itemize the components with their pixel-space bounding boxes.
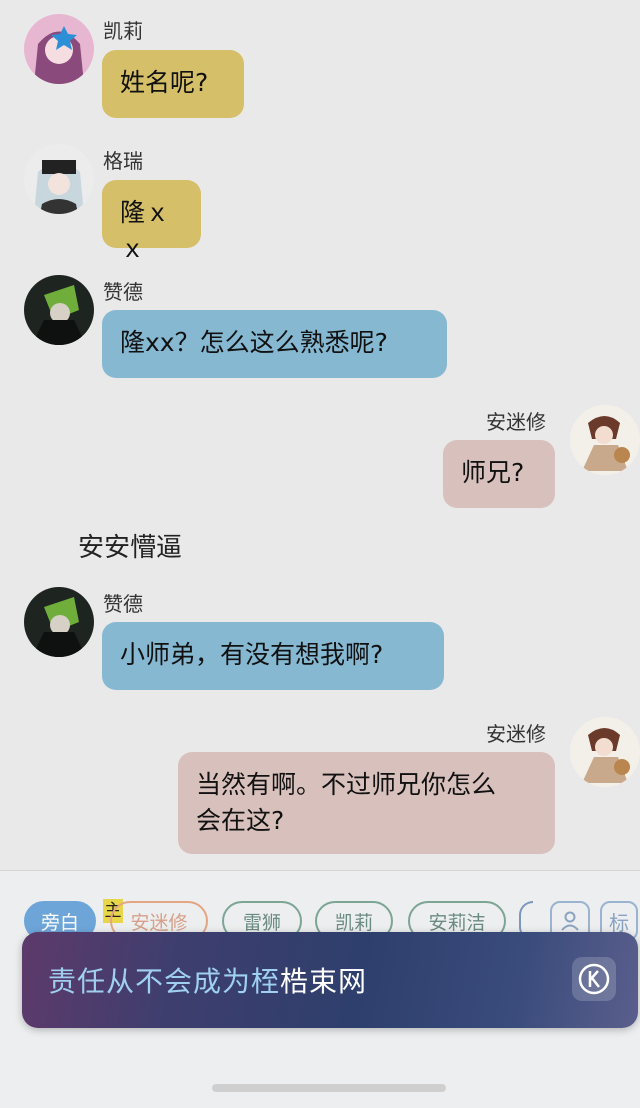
message-bubble[interactable]: 小师弟，有没有想我啊? [102,622,444,690]
notification-banner[interactable]: 责任从不会成为桎梏束网 [22,932,638,1028]
home-indicator[interactable] [212,1084,446,1092]
message-text: 小师弟，有没有想我啊? [120,640,384,669]
speaker-name: 安迷修 [486,410,546,434]
speaker-name: 赞德 [103,592,143,616]
avatar-gerui[interactable] [24,144,94,214]
message-text: 姓名呢? [120,68,209,97]
speaker-name: 赞德 [103,280,143,304]
avatar-anmixiu[interactable] [570,405,640,475]
banner-text: 责任从不会成为桎梏束网 [48,960,367,1000]
message-text: 隆xx？怎么这么熟悉呢? [120,328,388,357]
message-bubble[interactable]: 隆xx？怎么这么熟悉呢? [102,310,447,378]
avatar-zande[interactable] [24,587,94,657]
message-text-line: 会在这? [196,806,285,835]
speaker-name: 安迷修 [486,722,546,746]
narration-text: 安安懵逼 [78,533,183,563]
message-text-line: 当然有啊。不过师兄你怎么 [196,770,497,799]
speaker-name: 格瑞 [103,149,143,173]
k-circle-icon[interactable] [572,957,616,1001]
message-bubble[interactable]: 姓名呢? [102,50,244,118]
message-text: 隆ｘｘ [120,198,171,263]
banner-highlight-text: 责任从不会成为桎 [48,965,281,998]
message-bubble[interactable]: 隆ｘｘ [102,180,201,263]
avatar-zande[interactable] [24,275,94,345]
message-bubble[interactable]: 师兄? [443,440,555,508]
message-text: 师兄? [461,458,525,487]
message-bubble[interactable]: 当然有啊。不过师兄你怎么 会在这? [178,752,555,854]
avatar-kaili[interactable] [24,14,94,84]
banner-rest-text: 梏束网 [280,965,368,998]
avatar-anmixiu[interactable] [570,717,640,787]
speaker-name: 凯莉 [103,19,143,43]
